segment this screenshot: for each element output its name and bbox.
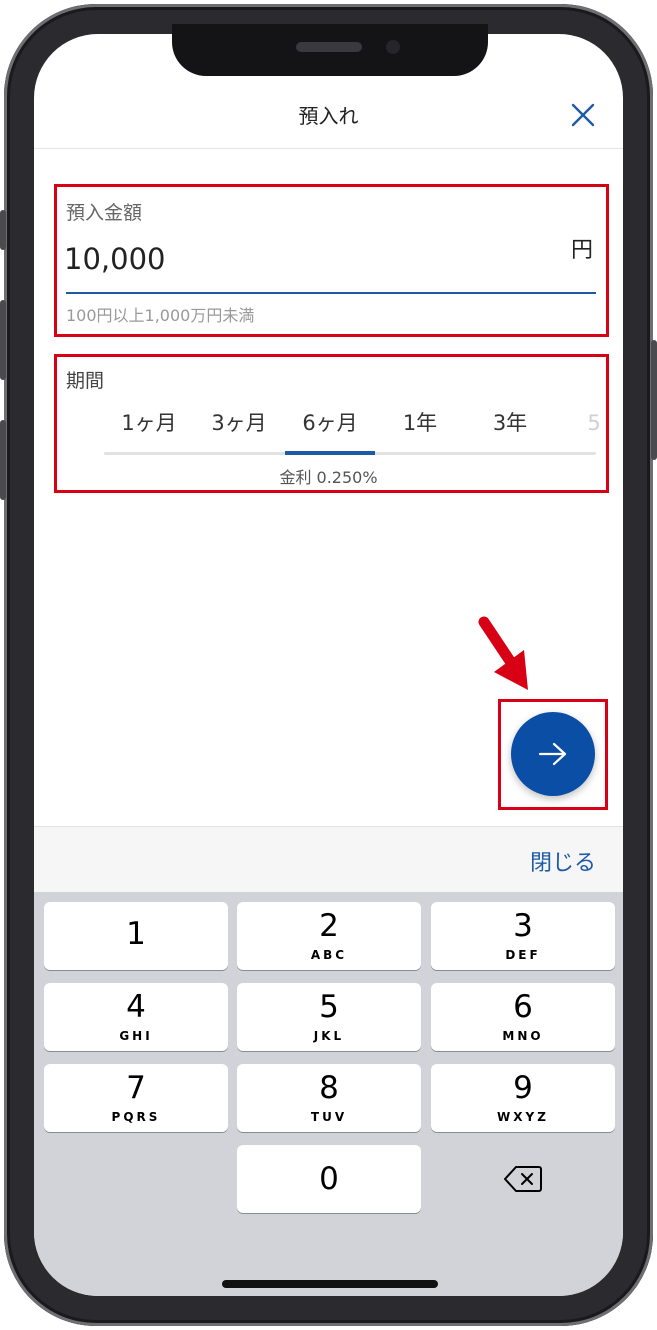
key-digit: 4: [126, 989, 146, 1025]
page-title: 預入れ: [298, 104, 359, 128]
amount-underline: [66, 292, 596, 294]
key-letters: MNO: [502, 1029, 544, 1043]
term-tab-1year[interactable]: 1年: [375, 408, 465, 448]
screen: 預入れ 預入金額 円 100円以上1,000万円未満 期間 1ヶ月 3ヶ月 6ヶ…: [34, 34, 623, 1296]
key-letters: DEF: [505, 948, 541, 962]
power-button: [651, 340, 657, 460]
term-tab-5years[interactable]: 5: [549, 408, 604, 448]
term-tab-3months[interactable]: 3ヶ月: [194, 408, 284, 448]
key-letters: ABC: [310, 948, 348, 962]
key-5[interactable]: 5 JKL: [237, 983, 421, 1051]
mute-switch: [0, 210, 6, 250]
key-3[interactable]: 3 DEF: [431, 902, 615, 970]
term-tab-6months[interactable]: 6ヶ月: [285, 408, 375, 448]
amount-unit: 円: [571, 238, 594, 263]
amount-hint: 100円以上1,000万円未満: [66, 306, 255, 325]
term-tab-3years[interactable]: 3年: [465, 408, 555, 448]
term-tabs: 1ヶ月 3ヶ月 6ヶ月 1年 3年 5: [104, 408, 604, 456]
key-0[interactable]: 0: [237, 1145, 421, 1213]
notch: [172, 24, 488, 76]
key-letters: TUV: [310, 1110, 348, 1124]
volume-down-button: [0, 420, 6, 500]
key-digit: 6: [513, 989, 533, 1025]
key-digit: 0: [319, 1161, 339, 1197]
next-button[interactable]: [511, 712, 595, 796]
key-digit: 7: [126, 1070, 146, 1106]
key-digit: 5: [319, 989, 339, 1025]
key-digit: 9: [513, 1070, 533, 1106]
key-digit: 8: [319, 1070, 339, 1106]
close-button[interactable]: [568, 100, 598, 130]
amount-input[interactable]: [64, 234, 504, 284]
key-letters: PQRS: [111, 1110, 161, 1124]
numeric-keyboard: 1 2 ABC 3 DEF 4 GHI 5 JKL 6 MNO 7 PQRS 8…: [34, 892, 623, 1296]
speaker-grille: [296, 42, 362, 52]
key-4[interactable]: 4 GHI: [44, 983, 228, 1051]
backspace-key[interactable]: [431, 1145, 615, 1213]
home-indicator: [222, 1280, 438, 1288]
arrow-right-icon: [538, 742, 567, 766]
key-letters: GHI: [119, 1029, 153, 1043]
key-8[interactable]: 8 TUV: [237, 1064, 421, 1132]
key-letters: WXYZ: [497, 1110, 549, 1124]
front-camera: [386, 40, 400, 54]
term-tab-1month[interactable]: 1ヶ月: [104, 408, 194, 448]
key-letters: JKL: [313, 1029, 345, 1043]
close-keyboard-button[interactable]: 閉じる: [530, 845, 596, 877]
interest-rate: 金利 0.250%: [279, 468, 378, 487]
key-digit: 3: [513, 908, 533, 944]
key-digit: 2: [319, 908, 339, 944]
key-1[interactable]: 1: [44, 902, 228, 970]
key-9[interactable]: 9 WXYZ: [431, 1064, 615, 1132]
term-label: 期間: [66, 370, 105, 392]
amount-label: 預入金額: [66, 202, 143, 224]
key-6[interactable]: 6 MNO: [431, 983, 615, 1051]
volume-up-button: [0, 300, 6, 380]
key-digit: 1: [126, 916, 146, 952]
close-icon: [571, 103, 595, 127]
header-divider: [34, 148, 623, 149]
key-7[interactable]: 7 PQRS: [44, 1064, 228, 1132]
key-2[interactable]: 2 ABC: [237, 902, 421, 970]
red-arrow-icon: [478, 616, 528, 690]
backspace-icon: [504, 1166, 542, 1192]
